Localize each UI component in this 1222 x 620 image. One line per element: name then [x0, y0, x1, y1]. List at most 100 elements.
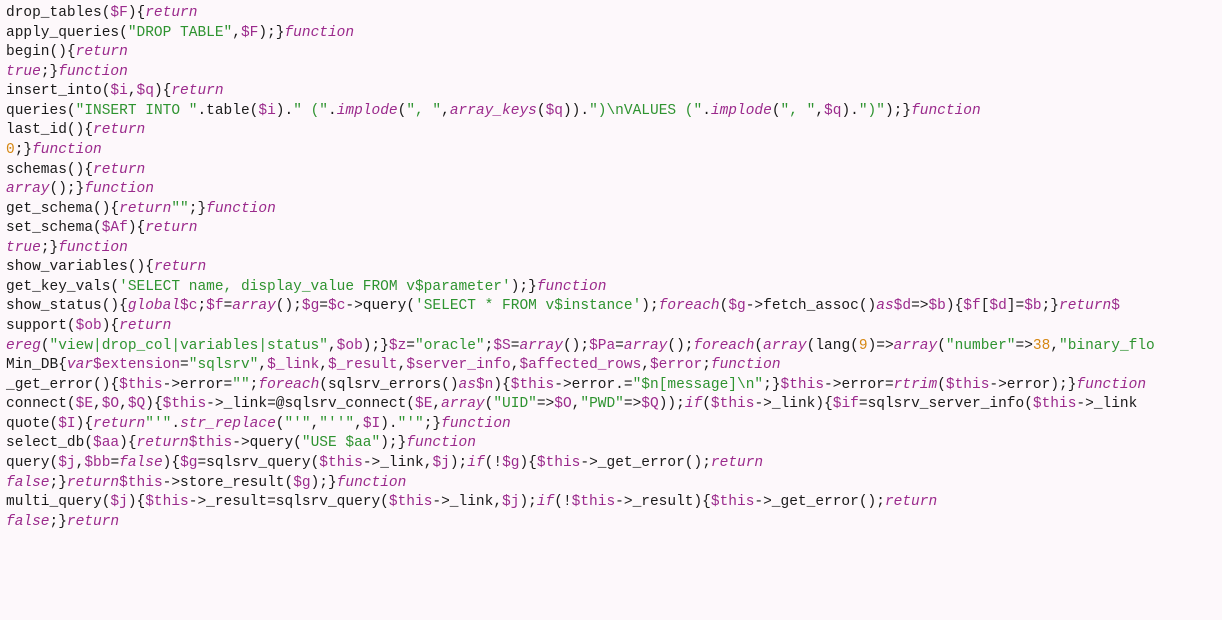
token-plain: => — [911, 298, 928, 314]
token-var: $F — [110, 5, 127, 21]
token-plain: ){ — [76, 416, 93, 432]
token-var: $_result — [328, 357, 398, 373]
token-str: "" — [171, 201, 188, 217]
token-var: $g — [502, 455, 519, 471]
token-var: $q — [546, 103, 563, 119]
token-var: $this — [781, 377, 825, 393]
token-kw: as — [876, 298, 893, 314]
token-kw: as — [459, 377, 476, 393]
token-plain: ; — [197, 298, 206, 314]
token-plain: )=> — [868, 338, 894, 354]
token-plain: );} — [380, 435, 406, 451]
token-kw: function — [911, 103, 981, 119]
token-kw: foreach — [258, 377, 319, 393]
token-str: ")" — [859, 103, 885, 119]
token-var: $I — [363, 416, 380, 432]
token-plain: ->_link){ — [754, 396, 832, 412]
token-plain: (sqlsrv_errors() — [319, 377, 458, 393]
token-plain: (); — [563, 338, 589, 354]
token-str: ", " — [781, 103, 816, 119]
token-plain: ;} — [50, 514, 67, 530]
token-plain: ( — [754, 338, 763, 354]
token-plain: ){ — [519, 455, 536, 471]
token-plain: (lang( — [807, 338, 859, 354]
token-plain: = — [406, 338, 415, 354]
token-kw: return — [154, 259, 206, 275]
token-plain: .table( — [197, 103, 258, 119]
token-plain: );} — [885, 103, 911, 119]
token-plain: ). — [380, 416, 397, 432]
token-plain: , — [1050, 338, 1059, 354]
token-kw: var — [67, 357, 93, 373]
token-plain: ){ — [128, 494, 145, 510]
token-str: 'SELECT * FROM v$instance' — [415, 298, 641, 314]
token-plain: ( — [937, 377, 946, 393]
token-var: $this — [946, 377, 990, 393]
token-plain: ->_result){ — [615, 494, 711, 510]
token-plain: );} — [311, 475, 337, 491]
token-var: $n — [476, 377, 493, 393]
token-fn: str_replace — [180, 416, 276, 432]
token-plain: ){ — [946, 298, 963, 314]
token-fn: false — [6, 514, 50, 530]
token-kw: return — [67, 475, 119, 491]
token-plain: query( — [6, 455, 58, 471]
token-kw: return — [1059, 298, 1111, 314]
token-str: "oracle" — [415, 338, 485, 354]
token-fn: false — [6, 475, 50, 491]
token-plain: ;} — [15, 142, 32, 158]
token-fn: array — [6, 181, 50, 197]
token-fn: true — [6, 64, 41, 80]
token-plain: show_variables(){ — [6, 259, 154, 275]
token-plain: ->_link — [1076, 396, 1137, 412]
token-str: ")\nVALUES (" — [589, 103, 702, 119]
token-var: $bb — [84, 455, 110, 471]
token-plain: ( — [937, 338, 946, 354]
token-plain: apply_queries( — [6, 25, 128, 41]
token-fn: array — [519, 338, 563, 354]
token-plain: ( — [720, 298, 729, 314]
token-plain: _get_error(){ — [6, 377, 119, 393]
token-str: "'" — [398, 416, 424, 432]
token-var: $d — [989, 298, 1006, 314]
token-var: $this — [711, 494, 755, 510]
token-num: 0 — [6, 142, 15, 158]
token-plain: Min_DB{ — [6, 357, 67, 373]
token-str: "PWD" — [580, 396, 624, 412]
code-line: insert_into($i,$q){return — [6, 83, 224, 99]
code-line: last_id(){return — [6, 122, 145, 138]
token-kw: function — [84, 181, 154, 197]
token-kw: function — [337, 475, 407, 491]
token-var: $ — [1111, 298, 1120, 314]
token-str: "" — [232, 377, 249, 393]
token-var: $this — [119, 475, 163, 491]
token-var: $aa — [93, 435, 119, 451]
token-plain: get_key_vals( — [6, 279, 119, 295]
token-plain: = — [615, 338, 624, 354]
token-var: $E — [76, 396, 93, 412]
token-var: $this — [119, 377, 163, 393]
token-plain: ); — [519, 494, 536, 510]
token-kw: return — [93, 122, 145, 138]
code-line: 0;}function — [6, 142, 102, 158]
token-var: $this — [163, 396, 207, 412]
token-plain: show_status(){ — [6, 298, 128, 314]
token-var: $Q — [641, 396, 658, 412]
token-var: $O — [102, 396, 119, 412]
token-plain: ->error= — [824, 377, 894, 393]
token-kw: if — [467, 455, 484, 471]
token-var: $j — [58, 455, 75, 471]
token-plain: ( — [41, 338, 50, 354]
token-var: $if — [833, 396, 859, 412]
token-kw: return — [67, 514, 119, 530]
token-num: 9 — [859, 338, 868, 354]
token-plain: ; — [702, 357, 711, 373]
token-var: $this — [1033, 396, 1077, 412]
token-fn: array — [894, 338, 938, 354]
token-kw: return — [93, 416, 145, 432]
token-plain: ->query( — [232, 435, 302, 451]
token-kw: return — [119, 318, 171, 334]
token-var: $server_info — [406, 357, 510, 373]
token-plain: (); — [276, 298, 302, 314]
token-plain: , — [93, 396, 102, 412]
